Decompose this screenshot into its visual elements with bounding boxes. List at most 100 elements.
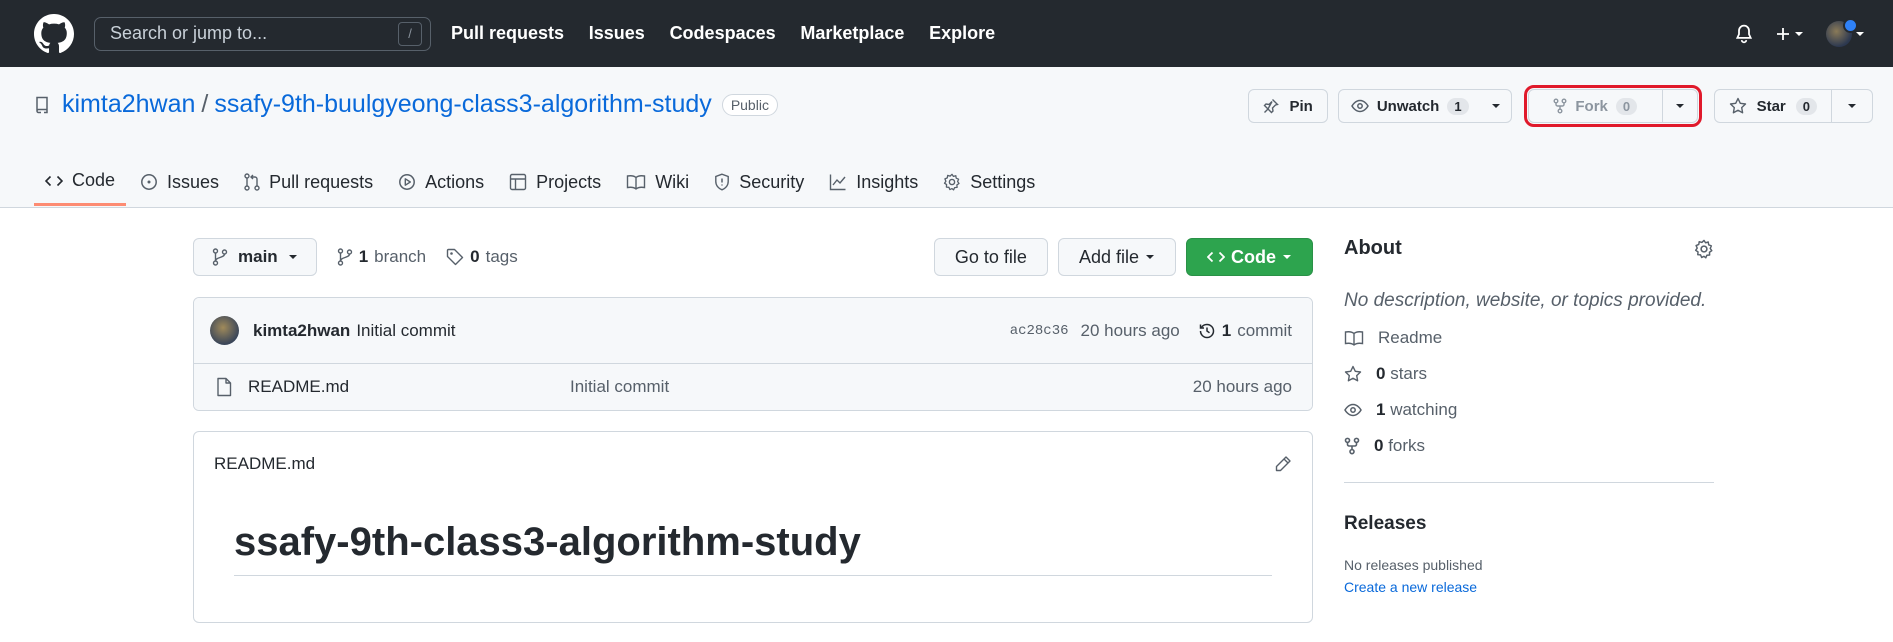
- unwatch-label: Unwatch: [1376, 97, 1440, 115]
- commit-author[interactable]: kimta2hwan: [253, 321, 350, 341]
- nav-issues[interactable]: Issues: [589, 23, 645, 43]
- search-placeholder: Search or jump to...: [110, 23, 268, 43]
- global-header: Search or jump to... / Pull requests Iss…: [0, 0, 1893, 67]
- tab-pull-requests[interactable]: Pull requests: [233, 158, 384, 206]
- commit-message[interactable]: Initial commit: [356, 321, 455, 341]
- sidebar-divider: [1344, 482, 1714, 483]
- code-icon: [45, 175, 63, 186]
- branches-link[interactable]: 1 branch: [337, 247, 426, 267]
- avatar[interactable]: [210, 316, 239, 345]
- forks-link[interactable]: 0 forks: [1344, 436, 1714, 456]
- releases-empty-text: No releases published: [1344, 557, 1483, 573]
- user-menu[interactable]: [1826, 17, 1865, 47]
- branch-selector[interactable]: main: [193, 238, 317, 276]
- fork-button[interactable]: Fork 0: [1529, 90, 1662, 122]
- repo-actions: Pin Unwatch 1 Fork 0 Star 0: [1248, 85, 1873, 127]
- book-icon: [1344, 331, 1364, 346]
- tab-label: Insights: [856, 171, 919, 192]
- stars-label: stars: [1390, 364, 1428, 383]
- tab-actions[interactable]: Actions: [387, 158, 495, 206]
- file-toolbar: main 1 branch 0 tags Go to file Add file…: [193, 237, 1313, 277]
- tab-label: Issues: [167, 171, 220, 192]
- watch-dropdown[interactable]: [1481, 90, 1511, 122]
- commits-history-link[interactable]: 1 commit: [1198, 321, 1292, 341]
- pencil-icon[interactable]: [1274, 455, 1292, 473]
- file-commit-message[interactable]: Initial commit: [570, 377, 669, 397]
- nav-codespaces[interactable]: Codespaces: [670, 23, 776, 43]
- star-button[interactable]: Star 0: [1715, 90, 1831, 122]
- watching-count: 1: [1376, 400, 1386, 419]
- nav-pull-requests[interactable]: Pull requests: [451, 23, 564, 43]
- create-release-link[interactable]: Create a new release: [1344, 579, 1714, 595]
- tab-label: Wiki: [655, 171, 690, 192]
- stars-link[interactable]: 0 stars: [1344, 364, 1714, 384]
- branch-name: main: [238, 247, 278, 266]
- about-description: No description, website, or topics provi…: [1344, 290, 1707, 311]
- readme-header: README.md: [194, 432, 1312, 496]
- file-name[interactable]: README.md: [248, 377, 570, 397]
- tab-projects[interactable]: Projects: [498, 158, 612, 206]
- pin-button[interactable]: Pin: [1248, 89, 1328, 123]
- nav-marketplace[interactable]: Marketplace: [800, 23, 904, 43]
- latest-commit: kimta2hwan Initial commit ac28c36 20 hou…: [194, 298, 1312, 364]
- about-title: About: [1344, 237, 1402, 259]
- pin-label: Pin: [1289, 97, 1313, 115]
- tag-count: 0: [470, 247, 480, 266]
- create-new-menu[interactable]: [1775, 26, 1804, 42]
- github-logo-icon[interactable]: [34, 13, 74, 54]
- repo-tabs: Code Issues Pull requests Actions Projec…: [34, 158, 1049, 206]
- tab-label: Security: [739, 171, 805, 192]
- search-input[interactable]: Search or jump to... /: [94, 16, 431, 51]
- tab-label: Actions: [425, 171, 485, 192]
- file-view: main 1 branch 0 tags Go to file Add file…: [193, 237, 1313, 623]
- repo-owner-link[interactable]: kimta2hwan: [62, 90, 195, 119]
- notification-dot-icon: [1843, 17, 1858, 33]
- gear-icon[interactable]: [1694, 239, 1714, 259]
- chevron-down-icon: [1491, 104, 1500, 108]
- star-icon: [1344, 365, 1362, 382]
- about-sidebar: About No description, website, or topics…: [1344, 237, 1714, 595]
- repo-icon: [34, 96, 50, 114]
- go-to-file-button[interactable]: Go to file: [933, 238, 1048, 276]
- bell-icon[interactable]: [1735, 24, 1753, 44]
- shield-icon: [715, 173, 730, 191]
- fork-label: Fork: [1575, 97, 1608, 115]
- code-icon: [1207, 251, 1225, 263]
- tab-security[interactable]: Security: [703, 158, 815, 206]
- stars-count: 0: [1376, 364, 1386, 383]
- nav-explore[interactable]: Explore: [929, 23, 995, 43]
- git-branch-icon: [212, 248, 228, 266]
- repo-name-link[interactable]: ssafy-9th-buulgyeong-class3-algorithm-st…: [214, 90, 711, 119]
- repo-title: kimta2hwan / ssafy-9th-buulgyeong-class3…: [34, 90, 778, 119]
- file-age: 20 hours ago: [1192, 377, 1292, 396]
- readme-link[interactable]: Readme: [1344, 328, 1714, 348]
- add-file-button[interactable]: Add file: [1057, 238, 1176, 276]
- releases-title[interactable]: Releases: [1344, 513, 1714, 535]
- readme-heading: ssafy-9th-class3-algorithm-study: [234, 520, 1272, 576]
- unwatch-button[interactable]: Unwatch 1: [1339, 90, 1481, 122]
- repo-separator: /: [201, 90, 209, 118]
- tag-count-label: tags: [485, 247, 518, 266]
- tab-insights[interactable]: Insights: [818, 158, 929, 206]
- eye-icon: [1350, 99, 1369, 113]
- branch-count-label: branch: [374, 247, 427, 266]
- watching-label: watching: [1390, 400, 1458, 419]
- code-button[interactable]: Code: [1186, 238, 1313, 276]
- chevron-down-icon: [288, 255, 297, 259]
- watching-link[interactable]: 1 watching: [1344, 400, 1714, 420]
- readme-filename[interactable]: README.md: [214, 454, 315, 474]
- file-listing: kimta2hwan Initial commit ac28c36 20 hou…: [193, 297, 1313, 411]
- forks-label: forks: [1388, 436, 1426, 455]
- tags-link[interactable]: 0 tags: [446, 247, 518, 267]
- tab-settings[interactable]: Settings: [932, 158, 1046, 206]
- commit-sha[interactable]: ac28c36: [1010, 323, 1069, 339]
- code-button-label: Code: [1231, 246, 1276, 267]
- tab-code[interactable]: Code: [34, 158, 127, 206]
- tab-wiki[interactable]: Wiki: [615, 158, 700, 206]
- commit-age: 20 hours ago: [1080, 320, 1180, 340]
- branch-count: 1: [358, 247, 369, 266]
- fork-dropdown[interactable]: [1661, 90, 1697, 122]
- tab-issues[interactable]: Issues: [129, 158, 230, 206]
- search-shortcut-key: /: [398, 21, 422, 46]
- star-dropdown[interactable]: [1831, 90, 1872, 122]
